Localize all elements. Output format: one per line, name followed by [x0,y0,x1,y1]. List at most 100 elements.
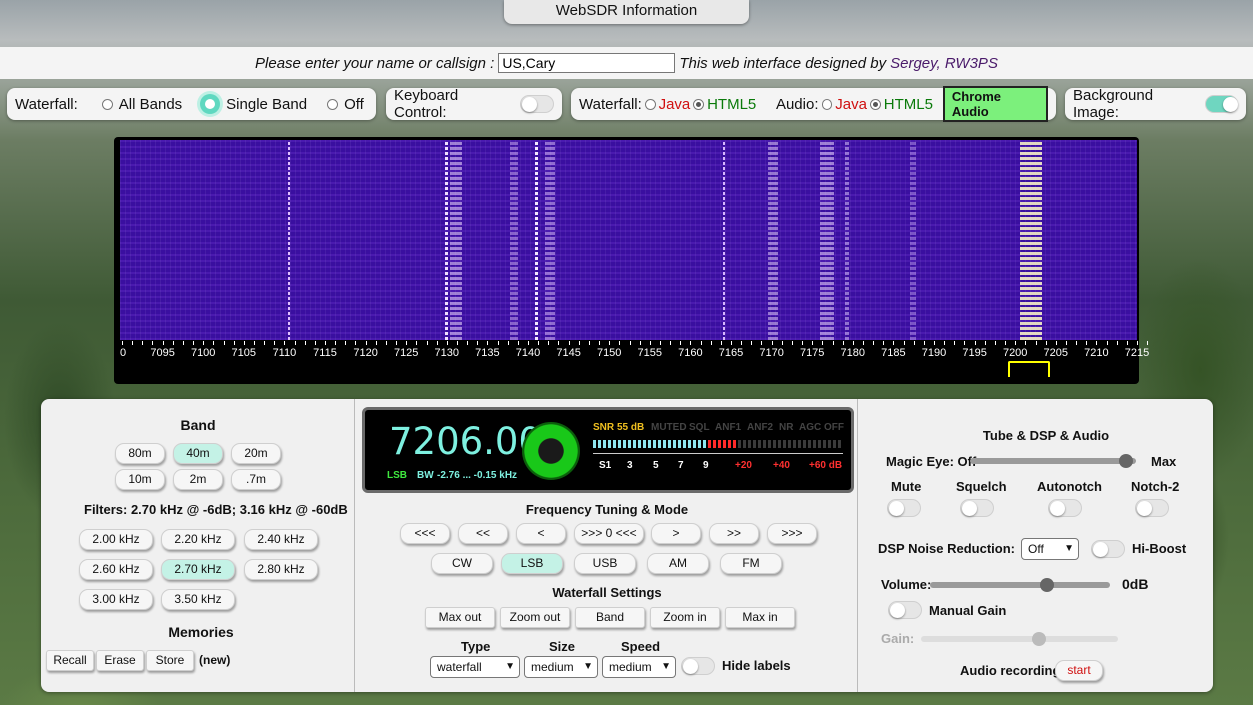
autonotch-toggle[interactable] [1048,499,1082,517]
band-10m-button[interactable]: 10m [115,469,165,490]
scale-tick [528,341,529,345]
gain-slider[interactable] [921,632,1118,646]
scale-tick [396,341,398,345]
tune-down-3-button[interactable]: <<< [400,523,450,544]
tune-up-2-button[interactable]: >> [709,523,759,544]
mode-lsb-button[interactable]: LSB [501,553,563,574]
s-meter-segment [763,440,766,448]
noise-reduction-select[interactable]: Off ▼ [1021,538,1079,560]
s-meter-segment [708,440,711,448]
memory-erase-button[interactable]: Erase [96,650,144,671]
scale-tick [934,341,935,345]
squelch-label: Squelch [956,479,1007,494]
scale-label: 7140 [515,347,541,359]
notch2-toggle[interactable] [1135,499,1169,517]
audio-java-radio[interactable] [821,98,833,110]
scale-label: 7130 [434,347,460,359]
frequency-readout[interactable]: 7206.00 [389,420,542,463]
hiboost-toggle[interactable] [1091,540,1125,558]
waterfall-mode-label: Waterfall: [15,95,78,113]
frequency-scale[interactable]: 0 7095 7100 7105 7110 7115 7120 7125 7130 7135 714… [120,341,1149,381]
background-image-label: Background Image: [1073,87,1154,121]
band-2m-button[interactable]: 2m [173,469,223,490]
off-radio[interactable] [327,98,339,110]
scale-tick [446,341,448,345]
waterfall-java-radio[interactable] [644,98,656,110]
manual-gain-toggle[interactable] [888,601,922,619]
scale-tick [456,341,458,345]
scale-tick [1025,341,1027,345]
wf-type-select[interactable]: waterfall ▼ [430,656,520,678]
band-20m-button[interactable]: 20m [231,443,281,464]
squelch-toggle[interactable] [960,499,994,517]
mode-am-button[interactable]: AM [647,553,709,574]
scale-label: 7125 [393,347,419,359]
zoom-max-in-button[interactable]: Max in [725,607,795,628]
filter-2-20-button[interactable]: 2.20 kHz [161,529,235,550]
waterfall-canvas[interactable] [120,140,1137,340]
waterfall-display[interactable]: 0 7095 7100 7105 7110 7115 7120 7125 7130 7135 714… [114,137,1149,384]
filter-2-80-button[interactable]: 2.80 kHz [244,559,318,580]
author-link[interactable]: Sergey, RW3PS [890,55,998,72]
name-bar: Please enter your name or callsign : Thi… [0,47,1253,79]
tune-up-1-button[interactable]: > [651,523,701,544]
passband-marker[interactable] [1008,361,1050,377]
tune-up-3-button[interactable]: >>> [767,523,817,544]
filter-3-00-button[interactable]: 3.00 kHz [79,589,153,610]
tune-down-2-button[interactable]: << [458,523,508,544]
wf-speed-select[interactable]: medium ▼ [602,656,676,678]
websdr-info-tab[interactable]: WebSDR Information [504,0,749,24]
filter-2-70-button[interactable]: 2.70 kHz [161,559,235,580]
bandwidth-value: -2.76 ... -0.15 kHz [437,470,518,481]
tune-down-1-button[interactable]: < [516,523,566,544]
scale-tick [994,341,996,345]
recording-start-button[interactable]: start [1055,660,1103,681]
scale-tick [406,341,408,345]
volume-knob[interactable] [1040,578,1054,592]
wf-size-select[interactable]: medium ▼ [524,656,598,678]
s-meter-segment [603,440,606,448]
zoom-max-out-button[interactable]: Max out [425,607,495,628]
magic-eye-knob[interactable] [1119,454,1134,468]
hide-labels-toggle[interactable] [681,657,715,675]
band-70cm-button[interactable]: .7m [231,469,281,490]
magic-eye-slider[interactable] [970,454,1136,468]
filter-2-60-button[interactable]: 2.60 kHz [79,559,153,580]
all-bands-radio[interactable] [101,98,113,110]
memory-store-button[interactable]: Store [146,650,194,671]
single-band-radio[interactable] [200,94,221,114]
mode-cw-button[interactable]: CW [431,553,493,574]
audio-html5-radio[interactable] [869,98,881,110]
gain-knob[interactable] [1032,632,1047,646]
mode-fm-button[interactable]: FM [720,553,782,574]
volume-slider[interactable] [930,578,1110,592]
band-40m-button[interactable]: 40m [173,443,223,464]
s-meter-segment [828,440,831,448]
filter-3-50-button[interactable]: 3.50 kHz [161,589,235,610]
filter-2-40-button[interactable]: 2.40 kHz [244,529,318,550]
waterfall-html5-radio[interactable] [693,98,705,110]
s-meter-segment [738,440,741,448]
s-scale-plus40: +40 [773,460,790,471]
filter-2-00-button[interactable]: 2.00 kHz [79,529,153,550]
scale-tick [365,341,367,345]
keyboard-control-toggle[interactable] [520,95,554,113]
scale-tick [619,341,621,345]
s-meter-segment [713,440,716,448]
chrome-audio-button[interactable]: Chrome Audio [942,86,1048,122]
background-image-toggle[interactable] [1205,95,1238,113]
tune-center-button[interactable]: >>> 0 <<< [574,523,644,544]
mute-toggle[interactable] [887,499,921,517]
magic-eye-indicator [522,422,580,480]
scale-tick [700,341,702,345]
wf-speed-value: medium [609,660,652,674]
callsign-input[interactable] [498,53,676,73]
zoom-in-button[interactable]: Zoom in [650,607,720,628]
memory-recall-button[interactable]: Recall [46,650,94,671]
s-meter-segment [833,440,836,448]
mode-usb-button[interactable]: USB [574,553,636,574]
band-80m-button[interactable]: 80m [115,443,165,464]
scale-tick [568,341,570,345]
zoom-out-button[interactable]: Zoom out [500,607,570,628]
zoom-band-button[interactable]: Band [575,607,645,628]
